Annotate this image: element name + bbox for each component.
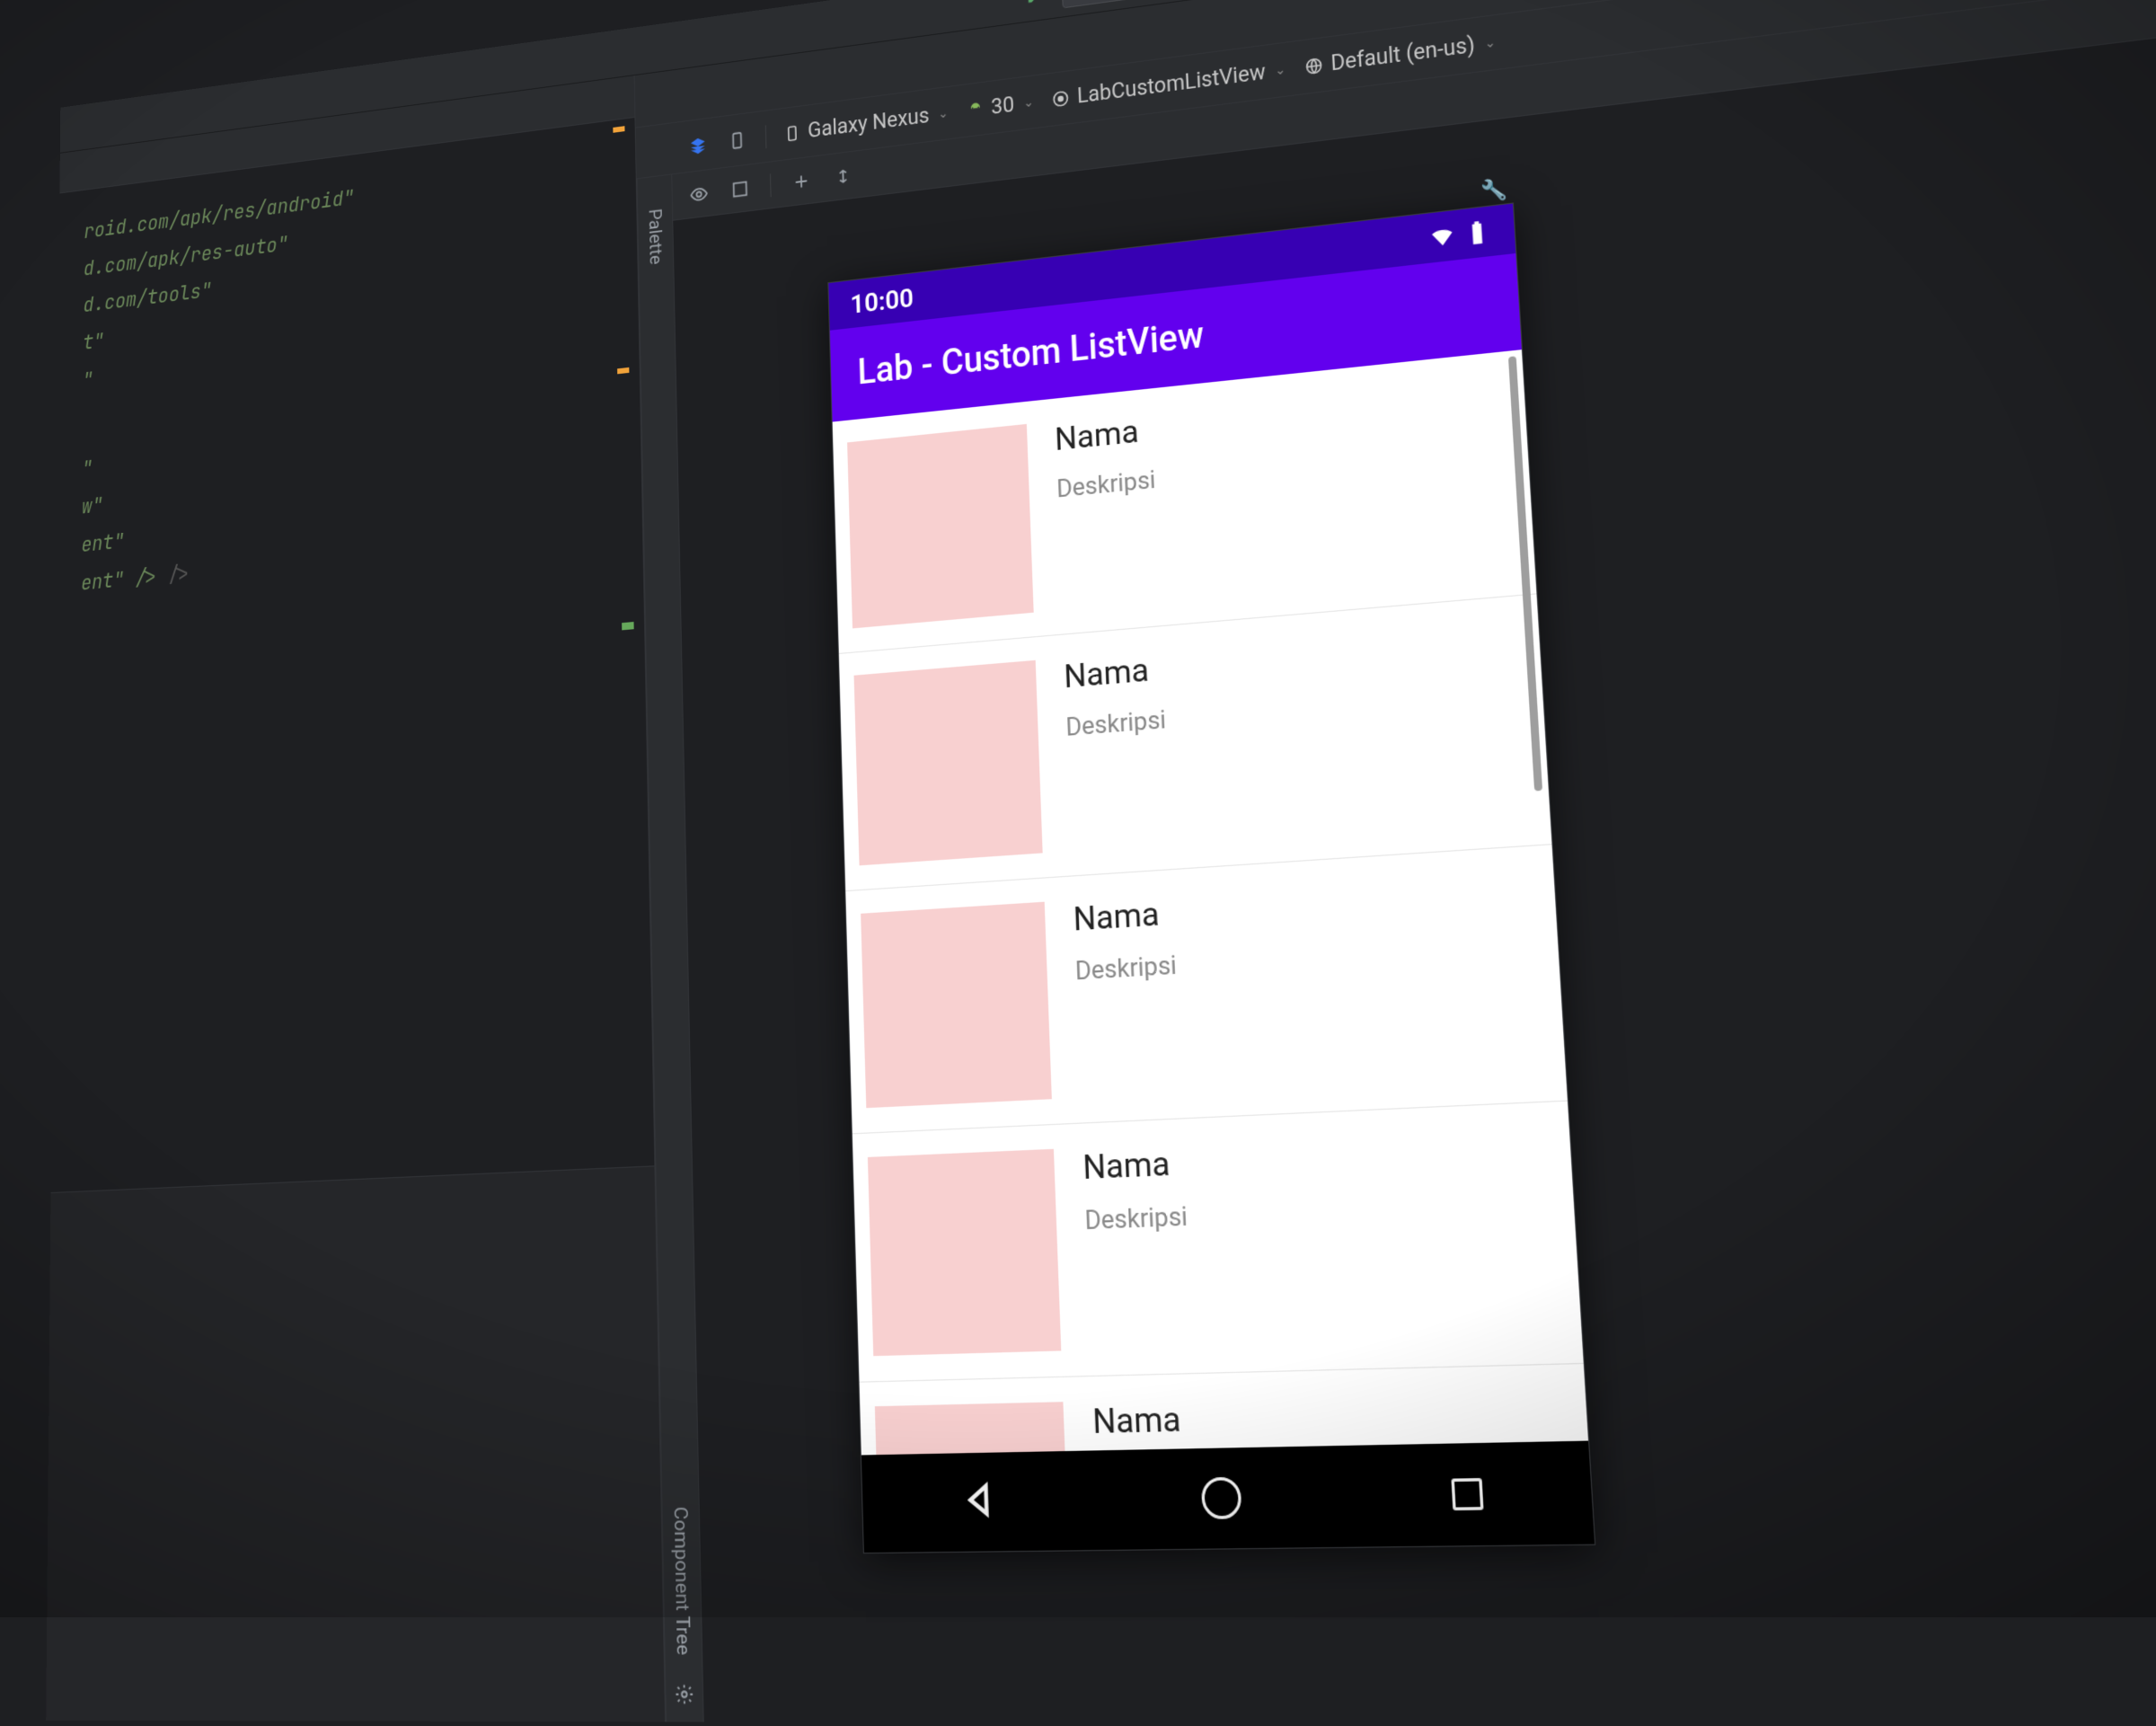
item-title: Nama xyxy=(1091,1399,1197,1442)
zoom-fit-icon[interactable] xyxy=(831,163,854,189)
thumbnail-placeholder xyxy=(854,660,1043,866)
thumbnail-placeholder xyxy=(861,902,1052,1109)
list-item[interactable]: Nama Deskripsi xyxy=(853,1102,1584,1383)
orientation-icon[interactable] xyxy=(726,127,748,153)
item-description: Deskripsi xyxy=(1056,466,1156,504)
build-hammer-icon[interactable] xyxy=(1021,0,1046,9)
design-surface-icon[interactable] xyxy=(686,132,709,158)
locale-selector[interactable]: Default (en-us)⌄ xyxy=(1303,30,1496,79)
bottom-tool-window[interactable] xyxy=(46,1165,665,1722)
home-button[interactable] xyxy=(1201,1477,1242,1519)
back-button[interactable] xyxy=(960,1479,1000,1525)
device-preview[interactable]: 10:00 Lab - Custom ListView Nama xyxy=(828,204,1595,1553)
item-title: Nama xyxy=(1064,650,1165,696)
viewport-icon[interactable] xyxy=(729,176,751,202)
item-description: Deskripsi xyxy=(1074,951,1177,987)
pan-icon[interactable] xyxy=(790,168,813,194)
thumbnail-placeholder xyxy=(875,1402,1071,1455)
design-canvas[interactable]: 🔧 10:00 Lab - Custom ListView xyxy=(638,27,2156,1726)
code-editor[interactable]: roid.com/apk/res/android" d.com/apk/res-… xyxy=(50,118,654,1192)
layout-editor-pane: Code Split Design Galaxy Nexus⌄ 30⌄ xyxy=(635,0,2156,1726)
battery-icon xyxy=(1462,217,1491,247)
wrench-icon[interactable]: 🔧 xyxy=(1480,178,1507,205)
item-description: Deskripsi xyxy=(1084,1202,1188,1236)
eye-icon[interactable] xyxy=(687,181,710,207)
item-title: Nama xyxy=(1082,1143,1187,1188)
item-title: Nama xyxy=(1073,893,1175,939)
app-title: Lab - Custom ListView xyxy=(857,314,1205,393)
list-item[interactable]: Nama Deskripsi xyxy=(845,845,1568,1134)
item-title: Nama xyxy=(1054,411,1154,458)
thumbnail-placeholder xyxy=(847,424,1034,629)
android-nav-bar xyxy=(862,1441,1595,1553)
item-description: Deskripsi xyxy=(1065,705,1167,742)
api-selector[interactable]: 30⌄ xyxy=(966,90,1034,123)
status-clock: 10:00 xyxy=(850,282,914,320)
thumbnail-placeholder xyxy=(868,1149,1061,1356)
recents-button[interactable] xyxy=(1451,1478,1483,1510)
wifi-icon xyxy=(1428,222,1457,252)
list-view[interactable]: Nama Deskripsi Nama Deskripsi xyxy=(833,350,1588,1455)
code-editor-pane: roid.com/apk/res/android" d.com/apk/res-… xyxy=(46,75,666,1722)
device-selector[interactable]: Galaxy Nexus⌄ xyxy=(783,101,949,146)
